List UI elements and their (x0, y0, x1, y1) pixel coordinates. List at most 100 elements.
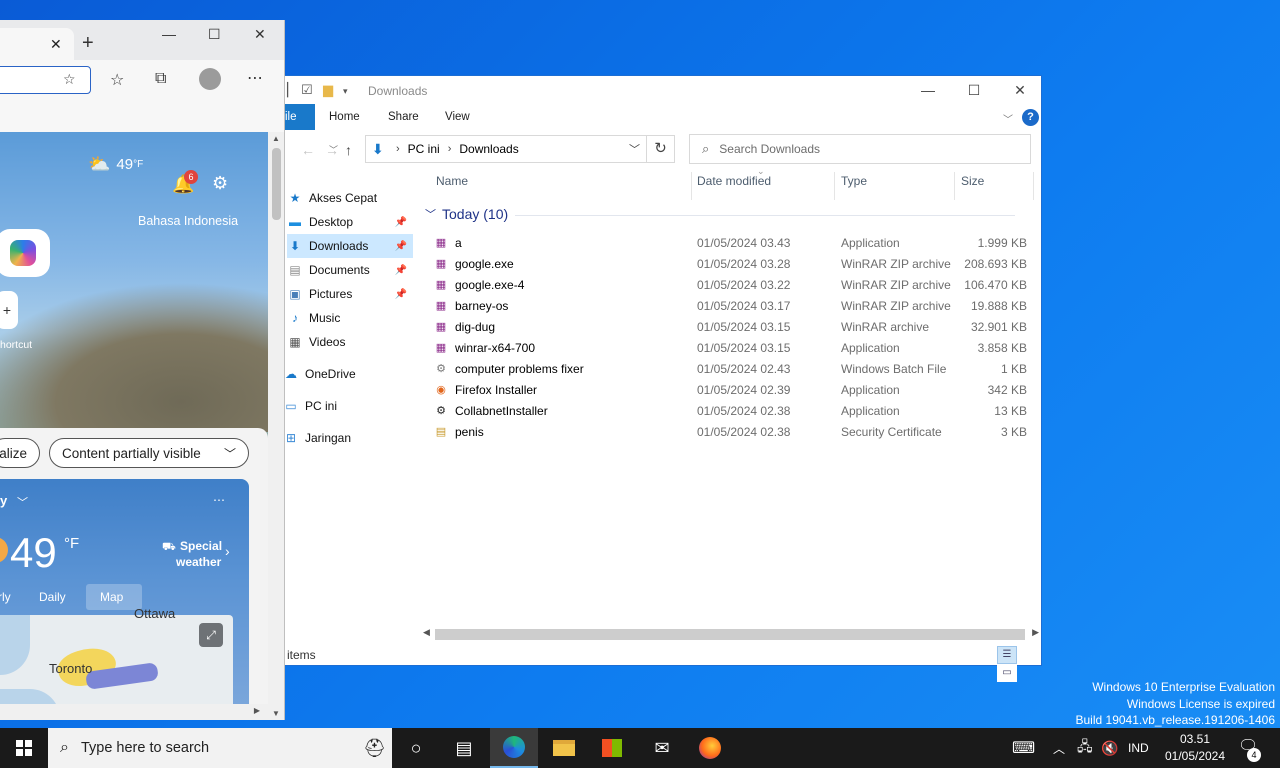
file-name-cell[interactable]: ▤ penis (433, 424, 484, 440)
nav-item-network[interactable]: ⊞ Jaringan (283, 426, 409, 450)
content-visibility-dropdown[interactable]: Content partially visible ﹀ (49, 438, 249, 468)
weather-widget[interactable]: ⛅ 49 °F (88, 154, 143, 175)
show-hidden-icons-chevron-icon[interactable]: ︿ (1053, 728, 1065, 768)
nav-item-downloads[interactable]: ⬇ Downloads 📌 (287, 234, 413, 258)
browser-tab[interactable] (0, 28, 74, 60)
breadcrumb-downloads[interactable]: Downloads (459, 142, 518, 156)
column-divider[interactable] (691, 172, 692, 200)
column-header-date[interactable]: Date modified (697, 174, 771, 196)
file-name-cell[interactable]: ▦ a (433, 235, 462, 251)
scroll-left-icon[interactable]: ◀ (423, 627, 430, 638)
group-header[interactable]: ﹀ Today (10) (425, 206, 1015, 222)
store-taskbar-icon[interactable] (588, 728, 636, 768)
copilot-button[interactable] (0, 229, 50, 277)
expand-ribbon-icon[interactable]: ﹀ (1003, 111, 1013, 126)
column-divider[interactable] (1033, 172, 1034, 200)
expand-map-icon[interactable]: ⤢ (199, 623, 223, 647)
scroll-right-icon[interactable]: ▶ (1032, 627, 1039, 638)
minimize-button[interactable]: — (162, 26, 176, 42)
scroll-up-icon[interactable]: ▲ (272, 134, 280, 143)
file-row[interactable]: ⚙ CollabnetInstaller 01/05/2024 02.38 Appli… (433, 400, 1033, 421)
network-icon[interactable]: 🖧 (1077, 728, 1093, 768)
nav-item-this-pc[interactable]: ▭ PC ini (283, 394, 409, 418)
file-row[interactable]: ⚙ computer problems fixer 01/05/2024 02.43… (433, 358, 1033, 379)
scroll-right-icon[interactable]: ▶ (254, 706, 260, 715)
details-view-icon[interactable]: ☰ (997, 646, 1017, 664)
file-row[interactable]: ◉ Firefox Installer 01/05/2024 02.39 Applic… (433, 379, 1033, 400)
personalize-button[interactable]: alize (0, 438, 40, 468)
maximize-button[interactable]: ☐ (208, 26, 221, 43)
breadcrumb-pc[interactable]: PC ini (408, 142, 440, 156)
nav-item-music[interactable]: ♪ Music (287, 306, 413, 330)
collapse-chevron-icon[interactable]: ﹀ (425, 206, 436, 222)
tab-map[interactable]: Map (100, 590, 123, 604)
title-bar[interactable]: ▏ ☑ ▆ ▾ Downloads — ☐ ✕ (283, 76, 1041, 104)
file-row[interactable]: ▦ a 01/05/2024 03.43 Application 1.999 KB (433, 232, 1033, 253)
firefox-taskbar-icon[interactable] (686, 728, 734, 768)
up-arrow-icon[interactable]: ↑ (345, 142, 352, 158)
horizontal-scrollbar[interactable]: ▶ (0, 704, 268, 720)
file-row[interactable]: ▦ barney-os 01/05/2024 03.17 WinRAR ZIP arc… (433, 295, 1033, 316)
file-row[interactable]: ▦ dig-dug 01/05/2024 03.15 WinRAR archive 32… (433, 316, 1033, 337)
start-button[interactable] (0, 728, 48, 768)
scrollbar-thumb[interactable] (435, 629, 1025, 640)
vertical-scrollbar[interactable]: ▲ ▼ (268, 132, 284, 720)
clock[interactable]: 03.51 01/05/2024 (1160, 731, 1230, 765)
task-view-icon[interactable]: ▤ (440, 728, 488, 768)
tab-share[interactable]: Share (374, 104, 433, 130)
file-name-cell[interactable]: ⚙ CollabnetInstaller (433, 403, 548, 419)
mail-taskbar-icon[interactable]: ✉ (638, 728, 686, 768)
nav-item-quick-access[interactable]: ★ Akses Cepat (287, 186, 413, 210)
search-box[interactable]: ⌕ Search Downloads (689, 134, 1031, 164)
taskbar-search[interactable]: ⌕ Type here to search ⛑ (48, 728, 392, 768)
column-header-name[interactable]: Name (436, 174, 468, 196)
cortana-icon[interactable]: ○ (392, 728, 440, 768)
add-favorite-icon[interactable]: ☆ (63, 71, 76, 88)
tab-daily[interactable]: Daily (39, 590, 66, 604)
help-icon[interactable]: ? (1022, 109, 1039, 126)
more-options-icon[interactable]: ⋯ (213, 493, 225, 507)
new-folder-icon[interactable]: ▆ (323, 82, 333, 98)
more-options-icon[interactable]: ⋯ (247, 68, 263, 88)
horizontal-scrollbar[interactable]: ◀ ▶ (421, 627, 1041, 642)
scroll-down-icon[interactable]: ▼ (272, 709, 280, 718)
column-header-size[interactable]: Size (961, 174, 984, 196)
file-row[interactable]: ▦ google.exe 01/05/2024 03.28 WinRAR ZIP ar… (433, 253, 1033, 274)
file-name-cell[interactable]: ▦ google.exe (433, 256, 514, 272)
profile-avatar[interactable] (199, 68, 221, 90)
close-button[interactable]: ✕ (254, 26, 266, 43)
close-tab-icon[interactable]: ✕ (50, 36, 62, 53)
file-row[interactable]: ▤ penis 01/05/2024 02.38 Security Certifica… (433, 421, 1033, 442)
collections-icon[interactable]: ⧉ (155, 70, 166, 88)
back-arrow-icon[interactable]: ← (301, 142, 315, 158)
file-name-cell[interactable]: ◉ Firefox Installer (433, 382, 537, 398)
tab-hourly[interactable]: rly (0, 590, 11, 604)
file-name-cell[interactable]: ▦ google.exe-4 (433, 277, 525, 293)
tab-file[interactable]: ile (283, 104, 315, 130)
properties-icon[interactable]: ☑ (301, 82, 313, 98)
address-bar[interactable]: ☆ (0, 66, 91, 94)
settings-gear-icon[interactable]: ⚙ (212, 173, 228, 194)
keyboard-icon[interactable]: ⌨ (1012, 728, 1035, 768)
column-divider[interactable] (954, 172, 955, 200)
address-dropdown-icon[interactable]: ﹀ (629, 141, 640, 157)
file-name-cell[interactable]: ▦ winrar-x64-700 (433, 340, 535, 356)
minimize-button[interactable]: — (905, 76, 951, 104)
file-name-cell[interactable]: ⚙ computer problems fixer (433, 361, 584, 377)
nav-item-pictures[interactable]: ▣ Pictures 📌 (287, 282, 413, 306)
nav-item-onedrive[interactable]: ☁ OneDrive (283, 362, 409, 386)
close-button[interactable]: ✕ (997, 76, 1043, 104)
address-bar[interactable]: ⬇ › PC ini › Downloads ﹀ (365, 135, 647, 163)
language-label[interactable]: Bahasa Indonesia (138, 214, 238, 228)
recent-locations-icon[interactable]: ﹀ (329, 143, 338, 156)
file-row[interactable]: ▦ winrar-x64-700 01/05/2024 03.15 Applicati… (433, 337, 1033, 358)
scrollbar-thumb[interactable] (272, 148, 281, 220)
file-name-cell[interactable]: ▦ dig-dug (433, 319, 495, 335)
favorites-icon[interactable]: ☆ (110, 70, 124, 90)
chevron-down-icon[interactable]: ﹀ (17, 494, 28, 510)
column-header-type[interactable]: Type (841, 174, 867, 196)
file-name-cell[interactable]: ▦ barney-os (433, 298, 509, 314)
large-icons-view-icon[interactable]: ▭ (997, 664, 1017, 682)
nav-item-desktop[interactable]: ▬ Desktop 📌 (287, 210, 413, 234)
new-tab-icon[interactable]: + (82, 32, 94, 55)
